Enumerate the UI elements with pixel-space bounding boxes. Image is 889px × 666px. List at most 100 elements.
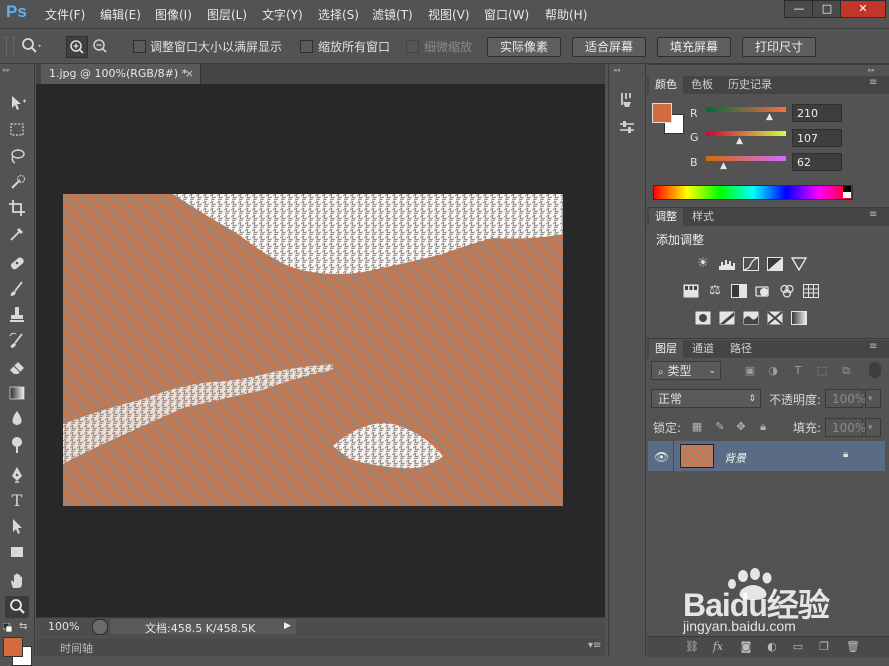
- menu-file[interactable]: 文件(F): [45, 6, 85, 23]
- filter-shape-icon[interactable]: ⬚: [815, 364, 829, 378]
- eyedropper-tool-icon[interactable]: [5, 223, 29, 245]
- opacity-dropdown-icon[interactable]: ▾: [865, 389, 881, 408]
- photo-filter-icon[interactable]: [755, 284, 771, 298]
- channel-mixer-icon[interactable]: [779, 284, 795, 298]
- zoom-tool-preset-icon[interactable]: [20, 36, 41, 56]
- dock-collapse-icon[interactable]: ◂◂: [613, 66, 620, 74]
- zoom-level[interactable]: 100%: [48, 620, 79, 633]
- blue-slider[interactable]: [706, 156, 786, 161]
- invert-icon[interactable]: [695, 311, 711, 325]
- move-tool-icon[interactable]: [5, 92, 29, 114]
- fill-dropdown-icon[interactable]: ▾: [865, 418, 881, 437]
- document-tab[interactable]: 1.jpg @ 100%(RGB/8#) * ×: [41, 64, 201, 84]
- menu-edit[interactable]: 编辑(E): [100, 6, 141, 23]
- color-balance-icon[interactable]: ⚖: [707, 284, 723, 298]
- history-brush-tool-icon[interactable]: [5, 330, 29, 352]
- tab-styles[interactable]: 样式: [686, 208, 720, 226]
- eraser-tool-icon[interactable]: [5, 356, 29, 378]
- lasso-tool-icon[interactable]: [5, 145, 29, 167]
- type-tool-icon[interactable]: T: [5, 490, 29, 512]
- lock-image-icon[interactable]: ✎: [713, 420, 727, 434]
- color-fg-swatch[interactable]: [652, 103, 672, 123]
- properties-dock-icon[interactable]: [617, 117, 637, 137]
- tab-channels[interactable]: 通道: [686, 340, 720, 358]
- brush-tool-icon[interactable]: [5, 278, 29, 300]
- timeline-tab[interactable]: 时间轴: [60, 640, 93, 656]
- delete-layer-icon[interactable]: 🗑︎: [845, 640, 861, 654]
- filter-smart-object-icon[interactable]: ⧉: [839, 364, 853, 378]
- fit-screen-button[interactable]: 适合屏幕: [572, 37, 646, 57]
- fill-input[interactable]: 100%: [825, 418, 866, 437]
- hand-tool-icon[interactable]: [5, 570, 29, 592]
- pen-tool-icon[interactable]: [5, 464, 29, 486]
- filter-pixel-icon[interactable]: ▣: [743, 364, 757, 378]
- actual-pixels-button[interactable]: 实际像素: [487, 37, 561, 57]
- minimize-button[interactable]: —: [784, 0, 814, 18]
- layers-menu-icon[interactable]: ≡: [869, 341, 877, 352]
- maximize-button[interactable]: □: [812, 0, 842, 18]
- red-slider-thumb[interactable]: ▲: [766, 112, 773, 122]
- tab-swatches[interactable]: 色板: [685, 76, 719, 94]
- lock-position-icon[interactable]: ✥: [734, 420, 748, 434]
- threshold-icon[interactable]: [743, 311, 759, 325]
- black-white-icon[interactable]: [731, 284, 747, 298]
- levels-icon[interactable]: [718, 257, 735, 271]
- blend-mode-select[interactable]: 正常 ⇕: [651, 389, 761, 408]
- adjustments-menu-icon[interactable]: ≡: [869, 209, 877, 220]
- menu-select[interactable]: 选择(S): [318, 6, 359, 23]
- layer-filter-select[interactable]: ⌕ 类型 ⌄: [651, 361, 721, 380]
- red-value[interactable]: 210: [792, 104, 842, 122]
- opacity-input[interactable]: 100%: [825, 389, 866, 408]
- posterize-icon[interactable]: [719, 311, 735, 325]
- print-size-button[interactable]: 打印尺寸: [742, 37, 816, 57]
- gradient-map-icon[interactable]: [791, 311, 807, 325]
- status-menu-arrow-icon[interactable]: ▶: [284, 621, 291, 631]
- adjustment-layer-icon[interactable]: ◐: [764, 640, 780, 654]
- spectrum-white-swatch[interactable]: [843, 192, 851, 198]
- new-layer-icon[interactable]: ❐: [816, 640, 832, 654]
- color-spectrum-bar[interactable]: [653, 185, 853, 200]
- image-canvas[interactable]: [63, 194, 563, 506]
- blue-slider-thumb[interactable]: ▲: [720, 161, 727, 171]
- lock-transparent-icon[interactable]: ▦: [690, 420, 704, 434]
- blur-tool-icon[interactable]: [5, 408, 29, 430]
- lock-all-icon[interactable]: 🔒︎: [756, 420, 770, 434]
- zoom-all-checkbox[interactable]: [300, 40, 313, 53]
- scrubby-zoom-checkbox[interactable]: [406, 40, 419, 53]
- filter-toggle[interactable]: [869, 362, 881, 378]
- crop-tool-icon[interactable]: [5, 197, 29, 219]
- menu-view[interactable]: 视图(V): [428, 6, 470, 23]
- gradient-tool-icon[interactable]: [5, 382, 29, 404]
- color-panel-menu-icon[interactable]: ≡: [869, 77, 877, 88]
- panels-collapse-icon[interactable]: ▸▸: [868, 66, 875, 74]
- menu-window[interactable]: 窗口(W): [484, 6, 529, 23]
- color-lookup-icon[interactable]: [803, 284, 819, 298]
- tab-layers[interactable]: 图层: [649, 340, 683, 358]
- zoom-out-icon[interactable]: [90, 36, 110, 56]
- default-colors-icon[interactable]: [2, 622, 13, 633]
- green-slider[interactable]: [706, 131, 786, 136]
- menu-layer[interactable]: 图层(L): [207, 6, 247, 23]
- tools-collapse-icon[interactable]: ▸▸: [3, 66, 10, 74]
- menu-help[interactable]: 帮助(H): [545, 6, 587, 23]
- tab-adjustments[interactable]: 调整: [649, 208, 683, 226]
- filter-type-icon[interactable]: T: [791, 364, 805, 378]
- tab-history[interactable]: 历史记录: [722, 76, 778, 94]
- layer-visibility-eye-icon[interactable]: 👁︎: [654, 450, 669, 464]
- red-slider[interactable]: [706, 107, 786, 112]
- menu-filter[interactable]: 滤镜(T): [372, 6, 413, 23]
- link-layers-icon[interactable]: ⛓: [684, 640, 700, 654]
- quick-selection-tool-icon[interactable]: [5, 171, 29, 193]
- hue-saturation-icon[interactable]: [683, 284, 699, 298]
- brightness-contrast-icon[interactable]: ☀: [695, 257, 711, 271]
- zoom-tool-icon[interactable]: [5, 596, 29, 618]
- foreground-color-swatch[interactable]: [3, 637, 23, 657]
- fill-screen-button[interactable]: 填充屏幕: [657, 37, 731, 57]
- resize-windows-checkbox[interactable]: [133, 40, 146, 53]
- green-value[interactable]: 107: [792, 129, 842, 147]
- filter-adjustment-icon[interactable]: ◑: [766, 364, 780, 378]
- swap-colors-icon[interactable]: ⇆: [19, 621, 27, 632]
- path-selection-tool-icon[interactable]: [5, 515, 29, 537]
- vibrance-icon[interactable]: [790, 257, 808, 272]
- tab-color[interactable]: 颜色: [649, 76, 683, 94]
